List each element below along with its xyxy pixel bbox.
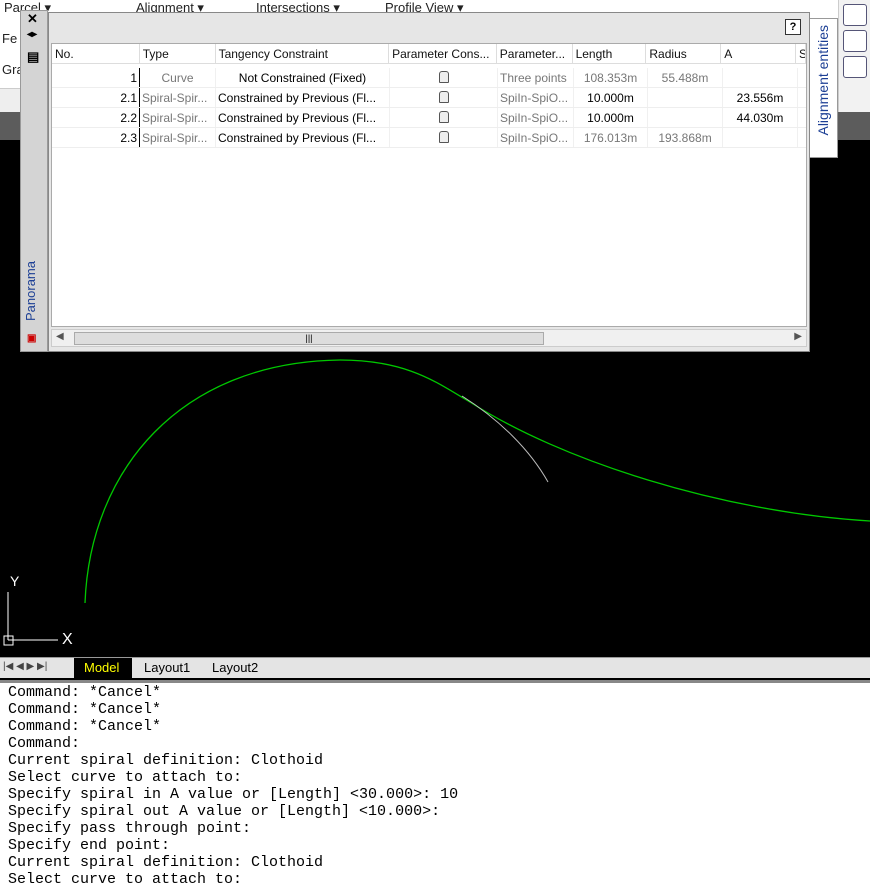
entities-grid: No. Type Tangency Constraint Parameter C… <box>51 43 807 327</box>
cell-type: Spiral-Spir... <box>140 88 216 107</box>
tab-model[interactable]: Model <box>74 658 132 678</box>
cell-tangency: Constrained by Previous (Fl... <box>216 108 390 127</box>
command-line: Specify pass through point: <box>8 820 252 837</box>
copy-icon[interactable] <box>843 4 867 26</box>
ucs-y-label: Y <box>10 573 20 589</box>
lock-icon <box>438 71 449 83</box>
command-line: Command: *Cancel* <box>8 684 162 701</box>
command-line: Command: *Cancel* <box>8 718 162 735</box>
cell-tangency: Constrained by Previous (Fl... <box>216 88 390 107</box>
lock-icon <box>438 111 449 123</box>
scroll-right-icon[interactable]: ▶ <box>794 331 802 342</box>
ribbon-feature[interactable]: Fe <box>2 31 17 46</box>
close-icon[interactable]: ✕ <box>27 11 38 27</box>
ucs-x-label: X <box>62 631 73 648</box>
right-toolbar <box>838 0 870 112</box>
tab-layout2[interactable]: Layout2 <box>212 660 258 675</box>
properties-icon[interactable]: ▤ <box>27 49 39 65</box>
cell-param-constraint[interactable] <box>390 108 498 127</box>
help-button[interactable]: ? <box>785 19 801 35</box>
autohide-icon[interactable]: ◂▸ <box>27 29 37 40</box>
table-row[interactable]: 2.1 Spiral-Spir... Constrained by Previo… <box>52 88 806 108</box>
cell-param-constraint[interactable] <box>390 88 498 107</box>
cell-param-constraint[interactable] <box>390 128 498 147</box>
scroll-left-icon[interactable]: ◀ <box>56 331 64 342</box>
cell-param-constraint[interactable] <box>390 68 498 87</box>
ucs-icon <box>3 592 58 646</box>
tab-alignment-entities[interactable]: Alignment entities <box>810 18 838 158</box>
command-line: Specify spiral out A value or [Length] <… <box>8 803 441 820</box>
grid-header: No. Type Tangency Constraint Parameter C… <box>52 44 806 64</box>
cell-a: 23.556m <box>723 88 798 107</box>
cell-type: Spiral-Spir... <box>140 108 216 127</box>
alignment-entities-panel: ? No. Type Tangency Constraint Parameter… <box>48 12 810 352</box>
cell-tangency: Not Constrained (Fixed) <box>216 68 390 87</box>
command-line: Command: *Cancel* <box>8 701 162 718</box>
cell-radius <box>648 108 723 127</box>
line-icon[interactable] <box>843 30 867 52</box>
command-line: Select curve to attach to: <box>8 871 243 888</box>
cell-parameter: Three points <box>498 68 574 87</box>
scroll-thumb[interactable]: ||| <box>74 332 544 345</box>
cell-a <box>723 68 798 87</box>
cell-parameter: SpiIn-SpiO... <box>498 88 574 107</box>
col-type[interactable]: Type <box>140 44 216 63</box>
cell-a <box>723 128 798 147</box>
arc-icon[interactable] <box>843 56 867 78</box>
lock-icon <box>438 131 449 143</box>
cell-parameter: SpiIn-SpiO... <box>498 128 574 147</box>
col-no[interactable]: No. <box>52 44 140 63</box>
table-row[interactable]: 2.2 Spiral-Spir... Constrained by Previo… <box>52 108 806 128</box>
col-length[interactable]: Length <box>573 44 647 63</box>
cell-length: 10.000m <box>574 88 648 107</box>
tab-nav-icons[interactable]: |◀ ◀ ▶ ▶| <box>3 661 47 672</box>
table-row[interactable]: 1 Curve Not Constrained (Fixed) Three po… <box>52 68 806 88</box>
command-line: Current spiral definition: Clothoid <box>8 752 324 769</box>
cell-radius: 193.868m <box>648 128 723 147</box>
cell-a: 44.030m <box>723 108 798 127</box>
command-line: Current spiral definition: Clothoid <box>8 854 324 871</box>
col-tangency[interactable]: Tangency Constraint <box>216 44 390 63</box>
cell-tangency: Constrained by Previous (Fl... <box>216 128 390 147</box>
col-param-constraint[interactable]: Parameter Cons... <box>389 44 497 63</box>
cell-radius <box>648 88 723 107</box>
lock-icon <box>438 91 449 103</box>
tab-layout1[interactable]: Layout1 <box>144 660 190 675</box>
cell-radius: 55.488m <box>648 68 723 87</box>
cell-no: 2.2 <box>52 108 140 127</box>
command-line: Select curve to attach to: <box>8 769 243 786</box>
panorama-label: Panorama <box>23 261 38 321</box>
cell-no: 1 <box>52 68 140 87</box>
cell-no: 2.1 <box>52 88 140 107</box>
cell-length: 176.013m <box>574 128 648 147</box>
cell-parameter: SpiIn-SpiO... <box>498 108 574 127</box>
col-s[interactable]: S <box>796 44 806 63</box>
alignment-curve <box>84 359 870 604</box>
cell-type: Spiral-Spir... <box>140 128 216 147</box>
panorama-icon: ▣ <box>27 333 37 344</box>
col-parameter[interactable]: Parameter... <box>497 44 573 63</box>
col-radius[interactable]: Radius <box>646 44 722 63</box>
command-line: Specify spiral in A value or [Length] <3… <box>8 786 459 803</box>
cell-length: 10.000m <box>574 108 648 127</box>
cell-no: 2.3 <box>52 128 140 147</box>
panorama-side-bar: ✕ ◂▸ ▤ Panorama ▣ <box>20 10 48 352</box>
command-line: Specify end point: <box>8 837 171 854</box>
layout-tabs: |◀ ◀ ▶ ▶| Model Layout1 Layout2 <box>0 657 870 678</box>
cell-type: Curve <box>140 68 216 87</box>
command-line: Command: <box>8 735 81 752</box>
col-a[interactable]: A <box>721 44 796 63</box>
cell-length: 108.353m <box>574 68 648 87</box>
table-row[interactable]: 2.3 Spiral-Spir... Constrained by Previo… <box>52 128 806 148</box>
horizontal-scrollbar[interactable]: ◀ ||| ▶ <box>51 329 807 347</box>
command-history[interactable]: Command: *Cancel* Command: *Cancel* Comman… <box>0 680 870 892</box>
construction-arc <box>461 395 549 483</box>
